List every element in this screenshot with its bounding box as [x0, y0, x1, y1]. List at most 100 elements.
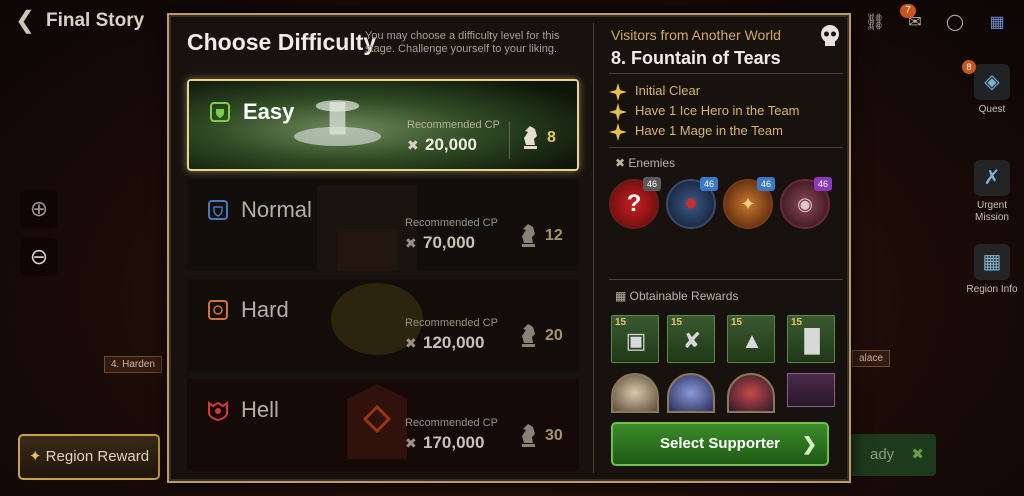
side-nav-label: Region Info: [966, 284, 1018, 295]
hero-portrait-2[interactable]: [667, 373, 715, 413]
helmet-icon: ▲: [741, 328, 763, 353]
map-node-label[interactable]: alace: [852, 350, 890, 367]
skull-icon[interactable]: [817, 23, 843, 49]
divider: [609, 73, 843, 74]
divider: [609, 147, 843, 148]
condition-item: Have 1 Mage in the Team: [609, 123, 783, 141]
select-supporter-button[interactable]: Select Supporter ❯: [611, 422, 829, 466]
reward-item[interactable]: 15 ▣: [611, 315, 659, 363]
reward-item[interactable]: 15 ▲: [727, 315, 775, 363]
reward-level: 15: [615, 317, 627, 328]
zoom-out-icon[interactable]: ⊖: [20, 238, 58, 276]
cp-label: Recommended CP: [407, 119, 500, 131]
condition-item: Have 1 Ice Hero in the Team: [609, 103, 800, 121]
divider: [609, 279, 843, 280]
enemy-level: 46: [757, 177, 775, 191]
difficulty-name: Normal: [241, 197, 312, 222]
chess-knight-icon: [522, 324, 535, 347]
chess-knight-icon: [522, 424, 535, 447]
swords-icon: ✖: [911, 446, 924, 463]
star-icon: [609, 83, 627, 101]
reward-item[interactable]: 15 ✘: [667, 315, 715, 363]
hero-portrait-3[interactable]: [727, 373, 775, 413]
chest-icon: ▦: [615, 289, 630, 303]
sparkle-icon: ✦: [28, 448, 46, 465]
reward-item[interactable]: 15 █: [787, 315, 835, 363]
enemy-level: 46: [814, 177, 832, 191]
side-nav-label: Urgent Mission: [975, 200, 1009, 223]
quest-icon: ◈: [974, 64, 1010, 100]
shield-icon: [208, 200, 228, 220]
cp-value: 170,000: [423, 433, 485, 452]
ready-button[interactable]: ady ✖: [840, 434, 936, 476]
cp-label: Recommended CP: [405, 217, 498, 229]
enemy-portrait[interactable]: ✦ 46: [723, 177, 775, 229]
item-artifact[interactable]: [787, 373, 835, 407]
modal-title: Choose Difficulty: [187, 29, 377, 55]
condition-text: Have 1 Mage in the Team: [635, 123, 783, 138]
hero-portrait-1[interactable]: [611, 373, 659, 413]
enemies-label: ✖ Enemies: [615, 156, 676, 170]
divider: [509, 121, 510, 159]
enemy-portrait[interactable]: ◉ 46: [780, 177, 832, 229]
demon-shield-icon: [208, 401, 228, 421]
difficulty-level: 12: [545, 227, 563, 244]
difficulty-modal: Choose Difficulty You may choose a diffi…: [167, 13, 851, 483]
cp-value: 70,000: [423, 233, 475, 252]
shield-icon: [208, 300, 228, 320]
rewards-label: ▦ Obtainable Rewards: [615, 289, 739, 303]
difficulty-name: Hell: [241, 397, 279, 422]
armor-icon: ▣: [625, 328, 647, 353]
region-reward-button[interactable]: ✦ Region Reward: [18, 434, 160, 480]
difficulty-hard[interactable]: Hard Recommended CP ✖ 120,000 20: [187, 279, 579, 371]
grid-menu-icon[interactable]: ▦: [984, 10, 1010, 36]
panel-divider: [593, 23, 594, 473]
cp-label: Recommended CP: [405, 417, 498, 429]
side-nav-region-info[interactable]: ▦ Region Info: [960, 244, 1024, 295]
back-arrow-icon[interactable]: ❮: [12, 8, 38, 34]
difficulty-level: 8: [547, 129, 556, 146]
cp-value: 20,000: [425, 135, 477, 154]
zoom-in-icon[interactable]: ⊕: [20, 190, 58, 228]
difficulty-name: Easy: [243, 99, 295, 124]
chevron-right-icon: ❯: [801, 434, 817, 454]
stage-title: 8. Fountain of Tears: [611, 48, 781, 68]
urgent-mission-icon: ✗: [974, 160, 1010, 196]
mail-badge: 7: [900, 4, 916, 18]
reward-level: 15: [791, 317, 803, 328]
condition-text: Have 1 Ice Hero in the Team: [635, 103, 800, 118]
region-reward-label: Region Reward: [45, 448, 150, 465]
enemy-portrait[interactable]: ✹ 46: [666, 177, 718, 229]
enemy-level: 46: [700, 177, 718, 191]
difficulty-name: Hard: [241, 297, 289, 322]
swords-icon: ✖: [405, 235, 417, 251]
swords-icon: ✖: [407, 137, 419, 153]
stage-info-panel: Visitors from Another World 8. Fountain …: [605, 15, 851, 481]
difficulty-easy[interactable]: Easy Recommended CP ✖ 20,000 8: [187, 79, 579, 171]
star-icon: [609, 123, 627, 141]
chess-knight-icon: [522, 224, 535, 247]
polearm-icon: ✘: [682, 328, 702, 353]
cp-label: Recommended CP: [405, 317, 498, 329]
cp-value: 120,000: [423, 333, 485, 352]
difficulty-normal[interactable]: Normal Recommended CP ✖ 70,000 12: [187, 179, 579, 271]
ready-label: ady: [870, 446, 895, 463]
difficulty-level: 20: [545, 327, 563, 344]
star-icon: [609, 103, 627, 121]
side-nav-urgent-mission[interactable]: ✗ Urgent Mission: [960, 160, 1024, 224]
select-supporter-label: Select Supporter: [659, 435, 781, 452]
side-nav-label: Quest: [978, 104, 1006, 115]
modal-description: You may choose a difficulty level for th…: [365, 30, 560, 55]
difficulty-level: 30: [545, 427, 563, 444]
enemy-portrait[interactable]: ? 46: [609, 177, 661, 229]
difficulty-hell[interactable]: Hell Recommended CP ✖ 170,000 30: [187, 379, 579, 471]
boots-icon: █: [804, 328, 820, 353]
map-node-label[interactable]: 4. Harden: [104, 356, 162, 373]
chess-knight-icon: [524, 126, 537, 149]
swords-icon: ✖: [405, 335, 417, 351]
shield-icon: [210, 102, 230, 122]
friends-icon[interactable]: ⛓: [862, 10, 888, 36]
stage-subtitle: Visitors from Another World: [611, 27, 781, 43]
quest-badge: 8: [962, 60, 976, 74]
chat-icon[interactable]: ◯: [942, 10, 968, 36]
